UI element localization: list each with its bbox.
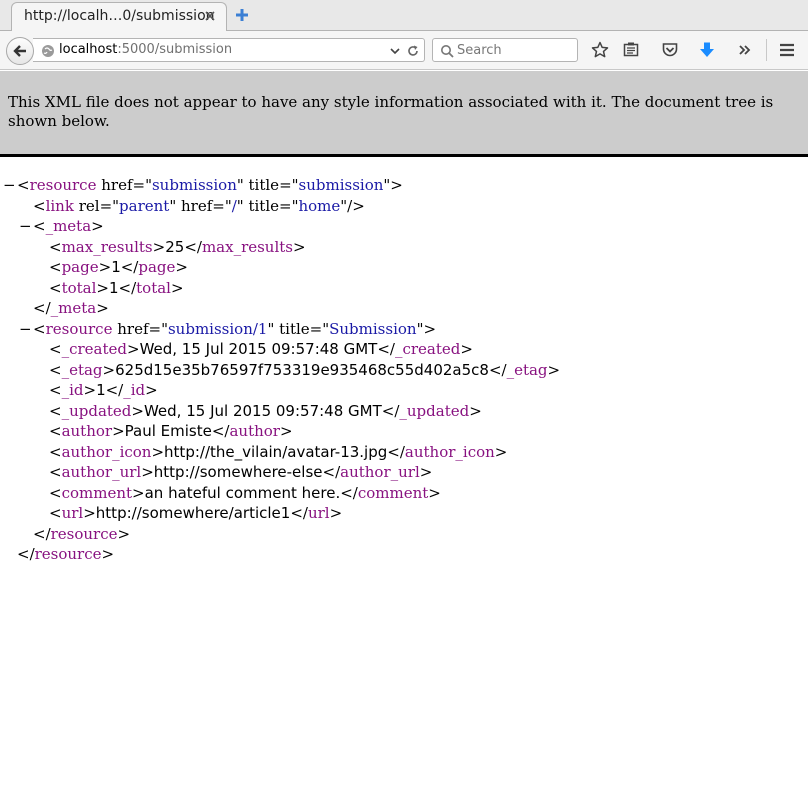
- xml-tag-name: author: [229, 422, 280, 440]
- url-path: :5000/submission: [117, 42, 233, 57]
- xml-attr-value: submission: [298, 176, 384, 194]
- collapse-icon[interactable]: −: [19, 216, 32, 237]
- xml-attr-value: Submission: [329, 319, 417, 338]
- collapse-icon[interactable]: −: [3, 175, 16, 196]
- dropdown-arrow-icon[interactable]: [388, 44, 402, 58]
- new-tab-icon[interactable]: [234, 7, 250, 23]
- xml-tag-name: comment: [61, 483, 133, 502]
- xml-attr-name: href: [117, 319, 149, 338]
- xml-tag-name: _etag: [61, 360, 103, 379]
- xml-text-value: 1: [108, 278, 119, 297]
- back-button[interactable]: [6, 37, 34, 65]
- back-arrow-icon: [13, 45, 26, 57]
- xml-text-value: Wed, 15 Jul 2015 09:57:48 GMT: [143, 401, 382, 420]
- xml-tag-name: author_icon: [404, 442, 495, 461]
- xml-attr-name: title: [248, 176, 280, 194]
- xml-attr-value: home: [298, 196, 341, 215]
- tab-title: http://localh…0/submission: [24, 8, 215, 24]
- xml-text-value: 625d15e35b76597f753319e935468c55d402a5c8: [115, 360, 489, 379]
- xml-tag-name: author_url: [340, 463, 420, 481]
- xml-tag-name: _meta: [50, 299, 97, 317]
- xml-info-banner: This XML file does not appear to have an…: [0, 71, 808, 157]
- xml-tag-name: resource: [45, 319, 113, 338]
- reload-icon[interactable]: [406, 44, 420, 58]
- search-icon: [440, 44, 454, 58]
- xml-text-value: 25: [165, 237, 185, 256]
- collapse-icon[interactable]: −: [19, 319, 32, 340]
- xml-tag-name: page: [61, 258, 99, 276]
- xml-tag-name: _etag: [506, 360, 548, 379]
- xml-text-value: Paul Emiste: [124, 422, 212, 440]
- search-input[interactable]: [457, 40, 573, 60]
- xml-attr-name: title: [279, 319, 310, 338]
- xml-tag-name: _meta: [45, 217, 92, 235]
- xml-tag-name: _created: [61, 340, 127, 358]
- download-icon[interactable]: [698, 41, 716, 59]
- nav-bar: localhost:5000/submission: [0, 31, 808, 70]
- pocket-icon[interactable]: [661, 41, 679, 59]
- xml-attr-name: href: [181, 196, 213, 215]
- xml-text-value: http://somewhere-else: [153, 463, 323, 481]
- xml-tag-name: _created: [394, 340, 461, 358]
- xml-tag-name: resource: [34, 545, 102, 563]
- xml-tag-name: _updated: [61, 401, 132, 420]
- reading-list-icon[interactable]: [622, 41, 640, 59]
- close-icon[interactable]: [203, 9, 217, 23]
- xml-tag-name: total: [136, 278, 171, 297]
- search-bar[interactable]: [432, 38, 578, 62]
- xml-tag-name: resource: [29, 176, 97, 194]
- xml-text-value: 1: [96, 381, 106, 399]
- tab-strip: http://localh…0/submission: [0, 0, 808, 32]
- xml-text-value: 1: [111, 258, 121, 276]
- tab-active[interactable]: http://localh…0/submission: [11, 2, 227, 32]
- xml-text-value: http://somewhere/article1: [95, 504, 291, 522]
- xml-attr-name: href: [101, 176, 133, 194]
- xml-attr-name: rel: [78, 196, 100, 215]
- xml-tag-name: _updated: [399, 401, 470, 420]
- xml-tag-name: link: [45, 196, 74, 215]
- xml-tag-name: url: [307, 504, 330, 522]
- xml-tag-name: _id: [123, 381, 146, 399]
- url-text[interactable]: localhost:5000/submission: [59, 42, 232, 57]
- url-host: localhost: [59, 42, 118, 57]
- xml-tag-name: _id: [61, 381, 84, 399]
- xml-attr-value: submission: [151, 176, 237, 194]
- xml-tag-name: page: [138, 258, 176, 276]
- xml-tag-name: author_icon: [61, 442, 152, 461]
- bookmark-star-icon[interactable]: [591, 41, 609, 59]
- xml-tag-name: max_results: [61, 237, 153, 256]
- menu-icon[interactable]: [778, 41, 796, 59]
- toolbar-separator: [766, 39, 767, 61]
- xml-text-value: an hateful comment here.: [144, 483, 341, 502]
- xml-tag-name: total: [61, 278, 97, 297]
- xml-tag-name: url: [61, 504, 84, 522]
- url-bar[interactable]: localhost:5000/submission: [33, 38, 425, 62]
- xml-text-value: Wed, 15 Jul 2015 09:57:48 GMT: [139, 340, 378, 358]
- xml-attr-value: submission/1: [167, 319, 268, 338]
- xml-attr-name: title: [248, 196, 279, 215]
- xml-tag-name: author_url: [61, 463, 142, 481]
- xml-tag-name: author: [61, 422, 113, 440]
- globe-icon: [41, 44, 55, 58]
- xml-tag-name: comment: [357, 483, 429, 502]
- xml-tag-name: max_results: [201, 237, 293, 256]
- xml-attr-value: /: [231, 196, 237, 215]
- xml-text-value: http://the_vilain/avatar-13.jpg: [164, 442, 388, 461]
- xml-tag-name: resource: [50, 524, 118, 543]
- xml-attr-value: parent: [119, 196, 170, 215]
- overflow-chevron-icon[interactable]: [736, 41, 754, 59]
